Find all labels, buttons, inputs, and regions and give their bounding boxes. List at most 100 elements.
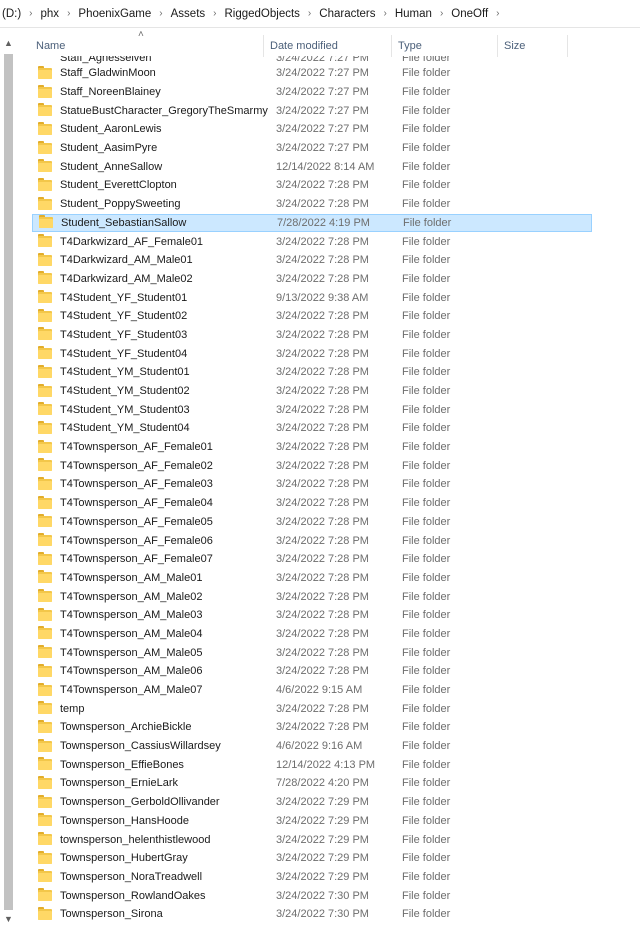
address-bar[interactable]: (D:) › phx › PhoenixGame › Assets › RiggedObject… <box>0 0 640 28</box>
scrollbar-thumb[interactable] <box>4 54 13 910</box>
list-item-type: File folder <box>402 590 451 603</box>
list-item[interactable]: Townsperson_HansHoode 3/24/2022 7:29 PM Fi… <box>32 812 592 831</box>
list-item[interactable]: townsperson_helenthistlewood 3/24/2022 7:… <box>32 830 592 849</box>
folder-icon <box>38 869 52 883</box>
chevron-right-icon[interactable]: › <box>23 8 38 19</box>
folder-icon <box>39 215 53 229</box>
list-item[interactable]: T4Student_YF_Student04 3/24/2022 7:28 PM F… <box>32 344 592 363</box>
list-item[interactable]: Townsperson_HubertGray 3/24/2022 7:29 PM F… <box>32 849 592 868</box>
list-item[interactable]: T4Darkwizard_AF_Female01 3/24/2022 7:28 P… <box>32 232 592 251</box>
breadcrumb-item[interactable]: (D:) <box>0 8 23 20</box>
list-item[interactable]: Townsperson_NoraTreadwell 3/24/2022 7:29 … <box>32 868 592 887</box>
folder-icon <box>38 383 52 397</box>
list-item[interactable]: T4Townsperson_AM_Male04 3/24/2022 7:28 PM… <box>32 625 592 644</box>
list-item[interactable]: T4Student_YM_Student02 3/24/2022 7:28 PM F… <box>32 382 592 401</box>
list-item-type: File folder <box>402 385 451 398</box>
list-item-type: File folder <box>402 478 451 491</box>
list-item-type: File folder <box>402 104 451 117</box>
list-item-date: 3/24/2022 7:28 PM <box>276 179 369 192</box>
list-item[interactable]: Townsperson_CassiusWillardsey 4/6/2022 9:… <box>32 737 592 756</box>
list-item-name: townsperson_helenthistlewood <box>60 833 211 846</box>
breadcrumb-item[interactable]: Assets <box>169 8 208 20</box>
list-item[interactable]: T4Townsperson_AM_Male05 3/24/2022 7:28 PM… <box>32 643 592 662</box>
chevron-right-icon[interactable]: › <box>153 8 168 19</box>
scroll-up-arrow-icon[interactable]: ▲ <box>0 36 17 50</box>
list-item[interactable]: T4Townsperson_AF_Female01 3/24/2022 7:28 … <box>32 438 592 457</box>
list-item-date: 3/24/2022 7:28 PM <box>276 478 369 491</box>
chevron-right-icon[interactable]: › <box>378 8 393 19</box>
column-header-date[interactable]: Date modified <box>264 35 392 57</box>
list-item-type: File folder <box>402 123 451 136</box>
breadcrumb-item[interactable]: OneOff <box>449 8 490 20</box>
list-item[interactable]: T4Townsperson_AF_Female04 3/24/2022 7:28 … <box>32 494 592 513</box>
chevron-right-icon[interactable]: › <box>302 8 317 19</box>
list-item[interactable]: T4Student_YF_Student01 9/13/2022 9:38 AM F… <box>32 288 592 307</box>
list-item[interactable]: Student_AaronLewis 3/24/2022 7:27 PM File … <box>32 120 592 139</box>
list-item-date: 3/24/2022 7:27 PM <box>276 56 369 64</box>
column-header-size[interactable]: Size <box>498 35 568 57</box>
list-item[interactable]: T4Student_YF_Student03 3/24/2022 7:28 PM F… <box>32 326 592 345</box>
list-item[interactable]: T4Townsperson_AF_Female02 3/24/2022 7:28 … <box>32 456 592 475</box>
list-item[interactable]: T4Townsperson_AM_Male01 3/24/2022 7:28 PM… <box>32 569 592 588</box>
list-item-type: File folder <box>402 534 451 547</box>
list-item[interactable]: T4Townsperson_AF_Female07 3/24/2022 7:28 … <box>32 550 592 569</box>
list-item-type: File folder <box>402 366 451 379</box>
folder-icon <box>38 701 52 715</box>
breadcrumb-item[interactable]: PhoenixGame <box>76 8 153 20</box>
list-item[interactable]: Student_AnneSallow 12/14/2022 8:14 AM File… <box>32 157 592 176</box>
list-item[interactable]: T4Townsperson_AF_Female06 3/24/2022 7:28 … <box>32 531 592 550</box>
list-item-date: 7/28/2022 4:20 PM <box>276 777 369 790</box>
column-header-name-label: Name <box>36 40 66 52</box>
scroll-down-arrow-icon[interactable]: ▼ <box>0 912 17 926</box>
list-item[interactable]: StatueBustCharacter_GregoryTheSmarmy 3/24… <box>32 101 592 120</box>
list-item-date: 3/24/2022 7:28 PM <box>276 646 369 659</box>
list-item-date: 3/24/2022 7:28 PM <box>276 328 369 341</box>
list-item[interactable]: Townsperson_Sirona 3/24/2022 7:30 PM File … <box>32 905 592 924</box>
list-item[interactable]: T4Townsperson_AF_Female05 3/24/2022 7:28 … <box>32 513 592 532</box>
breadcrumb-item[interactable]: Human <box>393 8 434 20</box>
list-item-date: 12/14/2022 8:14 AM <box>276 160 375 173</box>
list-item[interactable]: T4Darkwizard_AM_Male02 3/24/2022 7:28 PM F… <box>32 270 592 289</box>
list-item-name: Townsperson_ErnieLark <box>60 777 179 790</box>
list-item[interactable]: T4Townsperson_AF_Female03 3/24/2022 7:28 … <box>32 475 592 494</box>
breadcrumb-item[interactable]: phx <box>39 8 62 20</box>
breadcrumb-item[interactable]: Characters <box>317 8 377 20</box>
list-item[interactable]: temp 3/24/2022 7:28 PM File folder <box>32 699 592 718</box>
list-item[interactable]: Student_EverettClopton 3/24/2022 7:28 PM F… <box>32 176 592 195</box>
chevron-right-icon[interactable]: › <box>207 8 222 19</box>
list-item[interactable]: T4Student_YM_Student04 3/24/2022 7:28 PM F… <box>32 419 592 438</box>
list-item[interactable]: Student_PoppySweeting 3/24/2022 7:28 PM Fi… <box>32 195 592 214</box>
list-item-type: File folder <box>402 235 451 248</box>
list-item[interactable]: Student_AasimPyre 3/24/2022 7:27 PM File f… <box>32 139 592 158</box>
list-item[interactable]: Staff_GladwinMoon 3/24/2022 7:27 PM File f… <box>32 64 592 83</box>
list-item[interactable]: Townsperson_ArchieBickle 3/24/2022 7:28 P… <box>32 718 592 737</box>
list-item[interactable]: T4Townsperson_AM_Male03 3/24/2022 7:28 PM… <box>32 606 592 625</box>
list-item[interactable]: T4Townsperson_AM_Male07 4/6/2022 9:15 AM F… <box>32 681 592 700</box>
list-item[interactable]: T4Townsperson_AM_Male02 3/24/2022 7:28 PM… <box>32 587 592 606</box>
list-item[interactable]: T4Student_YM_Student03 3/24/2022 7:28 PM F… <box>32 400 592 419</box>
list-item-name: T4Student_YF_Student04 <box>60 347 188 360</box>
list-item-name: T4Townsperson_AM_Male02 <box>60 590 203 603</box>
list-item[interactable]: Townsperson_RowlandOakes 3/24/2022 7:30 P… <box>32 886 592 905</box>
list-item[interactable]: T4Student_YF_Student02 3/24/2022 7:28 PM F… <box>32 307 592 326</box>
list-item[interactable]: Student_SebastianSallow 7/28/2022 4:19 PM… <box>32 213 592 233</box>
list-item-date: 3/24/2022 7:27 PM <box>276 86 369 99</box>
list-item[interactable]: Townsperson_EffieBones 12/14/2022 4:13 PM… <box>32 755 592 774</box>
list-item[interactable]: Townsperson_GerboldOllivander 3/24/2022 7… <box>32 793 592 812</box>
column-header-name[interactable]: ˄ Name <box>18 29 264 57</box>
column-header-type[interactable]: Type <box>392 35 498 57</box>
list-item[interactable]: T4Darkwizard_AM_Male01 3/24/2022 7:28 PM F… <box>32 251 592 270</box>
folder-icon <box>38 589 52 603</box>
breadcrumb-item[interactable]: RiggedObjects <box>222 8 301 20</box>
chevron-right-icon[interactable]: › <box>490 8 505 19</box>
chevron-right-icon[interactable]: › <box>61 8 76 19</box>
list-item-type: File folder <box>402 796 451 809</box>
list-item[interactable]: Staff_NoreenBlainey 3/24/2022 7:27 PM File… <box>32 83 592 102</box>
chevron-right-icon[interactable]: › <box>434 8 449 19</box>
list-item[interactable]: Townsperson_ErnieLark 7/28/2022 4:20 PM Fi… <box>32 774 592 793</box>
list-item-date: 3/24/2022 7:28 PM <box>276 403 369 416</box>
list-item-partial[interactable]: Staff_Agnesselven 3/24/2022 7:27 PM File… <box>32 56 592 64</box>
list-item[interactable]: T4Townsperson_AM_Male06 3/24/2022 7:28 PM… <box>32 662 592 681</box>
list-item[interactable]: T4Student_YM_Student01 3/24/2022 7:28 PM F… <box>32 363 592 382</box>
vertical-scrollbar[interactable]: ▲ ▼ <box>0 36 17 926</box>
